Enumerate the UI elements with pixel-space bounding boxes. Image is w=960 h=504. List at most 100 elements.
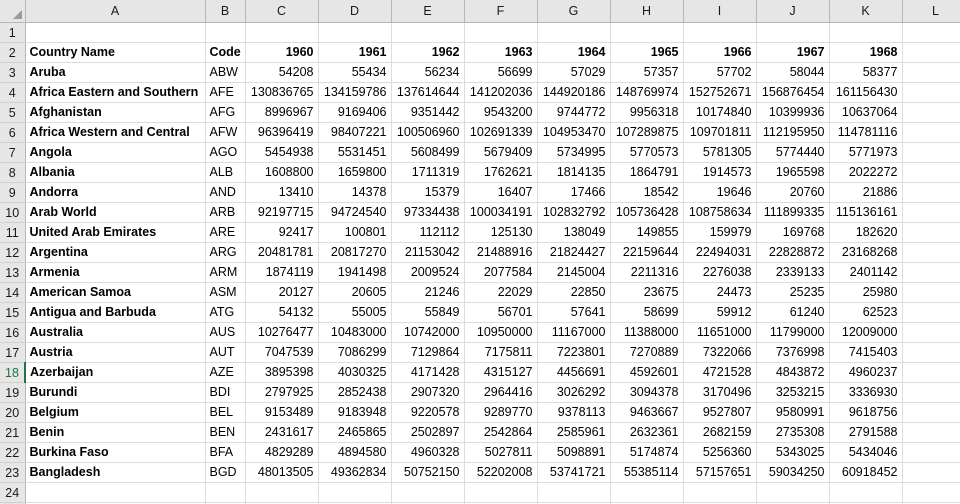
cell-K11[interactable]: 182620 bbox=[829, 222, 903, 243]
cell-J5[interactable]: 10399936 bbox=[756, 102, 830, 123]
row-header-15[interactable]: 15 bbox=[0, 302, 26, 323]
cell-F10[interactable]: 100034191 bbox=[464, 202, 538, 223]
cell-K7[interactable]: 5771973 bbox=[829, 142, 903, 163]
cell-E12[interactable]: 21153042 bbox=[391, 242, 465, 263]
cell-B7[interactable]: AGO bbox=[205, 142, 246, 163]
row-header-4[interactable]: 4 bbox=[0, 82, 26, 103]
cell-E13[interactable]: 2009524 bbox=[391, 262, 465, 283]
cell-L19[interactable] bbox=[902, 382, 960, 403]
cell-D18[interactable]: 4030325 bbox=[318, 362, 392, 383]
cell-B6[interactable]: AFW bbox=[205, 122, 246, 143]
cell-D14[interactable]: 20605 bbox=[318, 282, 392, 303]
cell-I11[interactable]: 159979 bbox=[683, 222, 757, 243]
cell-G1[interactable] bbox=[537, 22, 611, 43]
cell-J6[interactable]: 112195950 bbox=[756, 122, 830, 143]
cell-F7[interactable]: 5679409 bbox=[464, 142, 538, 163]
cell-J2[interactable]: 1967 bbox=[756, 42, 830, 63]
cell-J15[interactable]: 61240 bbox=[756, 302, 830, 323]
cell-F18[interactable]: 4315127 bbox=[464, 362, 538, 383]
cell-D1[interactable] bbox=[318, 22, 392, 43]
cell-F13[interactable]: 2077584 bbox=[464, 262, 538, 283]
row-header-18[interactable]: 18 bbox=[0, 362, 26, 383]
cell-I8[interactable]: 1914573 bbox=[683, 162, 757, 183]
cell-A18[interactable]: Azerbaijan bbox=[25, 362, 206, 383]
cell-J11[interactable]: 169768 bbox=[756, 222, 830, 243]
cell-D16[interactable]: 10483000 bbox=[318, 322, 392, 343]
cell-A4[interactable]: Africa Eastern and Southern bbox=[25, 82, 206, 103]
cell-H22[interactable]: 5174874 bbox=[610, 442, 684, 463]
cell-K18[interactable]: 4960237 bbox=[829, 362, 903, 383]
cell-F5[interactable]: 9543200 bbox=[464, 102, 538, 123]
cell-L6[interactable] bbox=[902, 122, 960, 143]
row-header-9[interactable]: 9 bbox=[0, 182, 26, 203]
cell-G13[interactable]: 2145004 bbox=[537, 262, 611, 283]
cell-K12[interactable]: 23168268 bbox=[829, 242, 903, 263]
cell-K10[interactable]: 115136161 bbox=[829, 202, 903, 223]
cell-F9[interactable]: 16407 bbox=[464, 182, 538, 203]
cell-C24[interactable] bbox=[245, 482, 319, 503]
cell-E18[interactable]: 4171428 bbox=[391, 362, 465, 383]
row-header-6[interactable]: 6 bbox=[0, 122, 26, 143]
cell-K22[interactable]: 5434046 bbox=[829, 442, 903, 463]
cell-B14[interactable]: ASM bbox=[205, 282, 246, 303]
row-header-5[interactable]: 5 bbox=[0, 102, 26, 123]
cell-J18[interactable]: 4843872 bbox=[756, 362, 830, 383]
row-header-8[interactable]: 8 bbox=[0, 162, 26, 183]
cell-H17[interactable]: 7270889 bbox=[610, 342, 684, 363]
cell-G23[interactable]: 53741721 bbox=[537, 462, 611, 483]
cell-L24[interactable] bbox=[902, 482, 960, 503]
cell-A6[interactable]: Africa Western and Central bbox=[25, 122, 206, 143]
cell-B17[interactable]: AUT bbox=[205, 342, 246, 363]
cell-H4[interactable]: 148769974 bbox=[610, 82, 684, 103]
cell-K20[interactable]: 9618756 bbox=[829, 402, 903, 423]
cell-E19[interactable]: 2907320 bbox=[391, 382, 465, 403]
cell-G4[interactable]: 144920186 bbox=[537, 82, 611, 103]
cell-E21[interactable]: 2502897 bbox=[391, 422, 465, 443]
cell-A21[interactable]: Benin bbox=[25, 422, 206, 443]
cell-J10[interactable]: 111899335 bbox=[756, 202, 830, 223]
cell-A2[interactable]: Country Name bbox=[25, 42, 206, 63]
cell-F1[interactable] bbox=[464, 22, 538, 43]
cell-D3[interactable]: 55434 bbox=[318, 62, 392, 83]
cell-E20[interactable]: 9220578 bbox=[391, 402, 465, 423]
cell-F21[interactable]: 2542864 bbox=[464, 422, 538, 443]
cell-H24[interactable] bbox=[610, 482, 684, 503]
row-header-16[interactable]: 16 bbox=[0, 322, 26, 343]
cell-K19[interactable]: 3336930 bbox=[829, 382, 903, 403]
cell-D2[interactable]: 1961 bbox=[318, 42, 392, 63]
row-header-23[interactable]: 23 bbox=[0, 462, 26, 483]
cell-A9[interactable]: Andorra bbox=[25, 182, 206, 203]
cell-E10[interactable]: 97334438 bbox=[391, 202, 465, 223]
cell-F22[interactable]: 5027811 bbox=[464, 442, 538, 463]
cell-G10[interactable]: 102832792 bbox=[537, 202, 611, 223]
cell-L9[interactable] bbox=[902, 182, 960, 203]
cell-I7[interactable]: 5781305 bbox=[683, 142, 757, 163]
row-header-1[interactable]: 1 bbox=[0, 22, 26, 43]
cell-F8[interactable]: 1762621 bbox=[464, 162, 538, 183]
cell-J9[interactable]: 20760 bbox=[756, 182, 830, 203]
cell-H15[interactable]: 58699 bbox=[610, 302, 684, 323]
cell-D13[interactable]: 1941498 bbox=[318, 262, 392, 283]
cell-G16[interactable]: 11167000 bbox=[537, 322, 611, 343]
row-header-21[interactable]: 21 bbox=[0, 422, 26, 443]
cell-A22[interactable]: Burkina Faso bbox=[25, 442, 206, 463]
row-header-17[interactable]: 17 bbox=[0, 342, 26, 363]
row-header-7[interactable]: 7 bbox=[0, 142, 26, 163]
cell-H2[interactable]: 1965 bbox=[610, 42, 684, 63]
cell-C1[interactable] bbox=[245, 22, 319, 43]
cell-D12[interactable]: 20817270 bbox=[318, 242, 392, 263]
cell-H20[interactable]: 9463667 bbox=[610, 402, 684, 423]
cell-B2[interactable]: Code bbox=[205, 42, 246, 63]
cell-H18[interactable]: 4592601 bbox=[610, 362, 684, 383]
cell-C2[interactable]: 1960 bbox=[245, 42, 319, 63]
cell-J20[interactable]: 9580991 bbox=[756, 402, 830, 423]
cell-K4[interactable]: 161156430 bbox=[829, 82, 903, 103]
cell-G24[interactable] bbox=[537, 482, 611, 503]
cell-H13[interactable]: 2211316 bbox=[610, 262, 684, 283]
cell-J12[interactable]: 22828872 bbox=[756, 242, 830, 263]
cell-G2[interactable]: 1964 bbox=[537, 42, 611, 63]
cell-A20[interactable]: Belgium bbox=[25, 402, 206, 423]
cell-A14[interactable]: American Samoa bbox=[25, 282, 206, 303]
cell-E17[interactable]: 7129864 bbox=[391, 342, 465, 363]
cell-L3[interactable] bbox=[902, 62, 960, 83]
